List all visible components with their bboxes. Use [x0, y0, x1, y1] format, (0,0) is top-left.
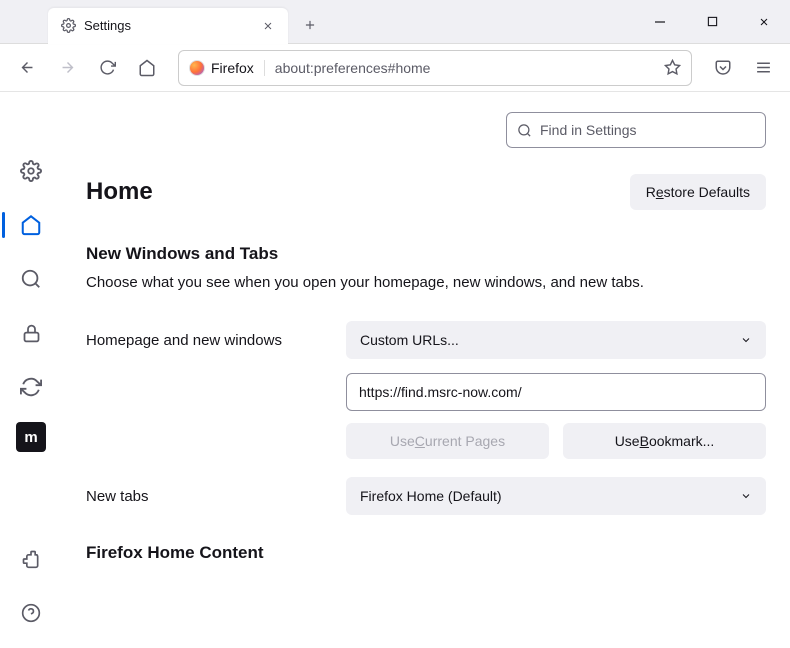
newtabs-label: New tabs	[86, 488, 326, 505]
new-tab-button[interactable]	[294, 9, 326, 41]
gear-icon	[60, 18, 76, 34]
category-extensions[interactable]	[12, 540, 50, 578]
minimize-button[interactable]	[634, 0, 686, 44]
identity-box[interactable]: Firefox	[189, 60, 265, 76]
homepage-mode-select[interactable]: Custom URLs...	[346, 321, 766, 359]
section-new-windows-tabs-title: New Windows and Tabs	[86, 244, 766, 264]
page-title: Home	[86, 178, 153, 206]
browser-tab[interactable]: Settings	[48, 8, 288, 44]
window-close-button[interactable]	[738, 0, 790, 44]
tab-title: Settings	[84, 18, 252, 33]
category-sync[interactable]	[12, 368, 50, 406]
chevron-down-icon	[740, 490, 752, 502]
find-in-settings-input[interactable]	[540, 122, 755, 138]
save-to-pocket-button[interactable]	[706, 51, 740, 85]
category-home[interactable]	[12, 206, 50, 244]
category-privacy[interactable]	[12, 314, 50, 352]
category-help[interactable]	[12, 594, 50, 632]
app-menu-button[interactable]	[746, 51, 780, 85]
main-panel: Home Restore Defaults New Windows and Ta…	[62, 92, 790, 648]
reload-button[interactable]	[90, 51, 124, 85]
use-current-pages-button[interactable]: Use Current Pages	[346, 423, 549, 459]
category-sidebar: m	[0, 92, 62, 648]
bookmark-star-icon[interactable]	[664, 59, 681, 76]
newtabs-mode-select[interactable]: Firefox Home (Default)	[346, 477, 766, 515]
preferences-content: m Home Restore Defaults New Windows and …	[0, 92, 790, 648]
url-text: about:preferences#home	[275, 60, 654, 76]
home-button[interactable]	[130, 51, 164, 85]
category-general[interactable]	[12, 152, 50, 190]
homepage-label: Homepage and new windows	[86, 332, 326, 349]
window-titlebar: Settings	[0, 0, 790, 44]
use-bookmark-button[interactable]: Use Bookmark...	[563, 423, 766, 459]
homepage-mode-select-value: Custom URLs...	[360, 332, 459, 348]
search-icon	[517, 123, 532, 138]
section-new-windows-tabs-desc: Choose what you see when you open your h…	[86, 272, 766, 293]
find-in-settings[interactable]	[506, 112, 766, 148]
close-icon[interactable]	[260, 18, 276, 34]
category-search[interactable]	[12, 260, 50, 298]
identity-label: Firefox	[211, 60, 254, 76]
forward-button[interactable]	[50, 51, 84, 85]
window-controls	[634, 0, 790, 44]
chevron-down-icon	[740, 334, 752, 346]
browser-toolbar: Firefox about:preferences#home	[0, 44, 790, 92]
url-bar[interactable]: Firefox about:preferences#home	[178, 50, 692, 86]
back-button[interactable]	[10, 51, 44, 85]
newtabs-mode-select-value: Firefox Home (Default)	[360, 488, 502, 504]
homepage-url-input[interactable]	[346, 373, 766, 411]
mozilla-icon: m	[24, 429, 37, 446]
category-more-from-mozilla[interactable]: m	[16, 422, 46, 452]
maximize-button[interactable]	[686, 0, 738, 44]
section-firefox-home-content-title: Firefox Home Content	[86, 543, 766, 563]
firefox-logo-icon	[189, 60, 205, 76]
restore-defaults-button[interactable]: Restore Defaults	[630, 174, 766, 210]
